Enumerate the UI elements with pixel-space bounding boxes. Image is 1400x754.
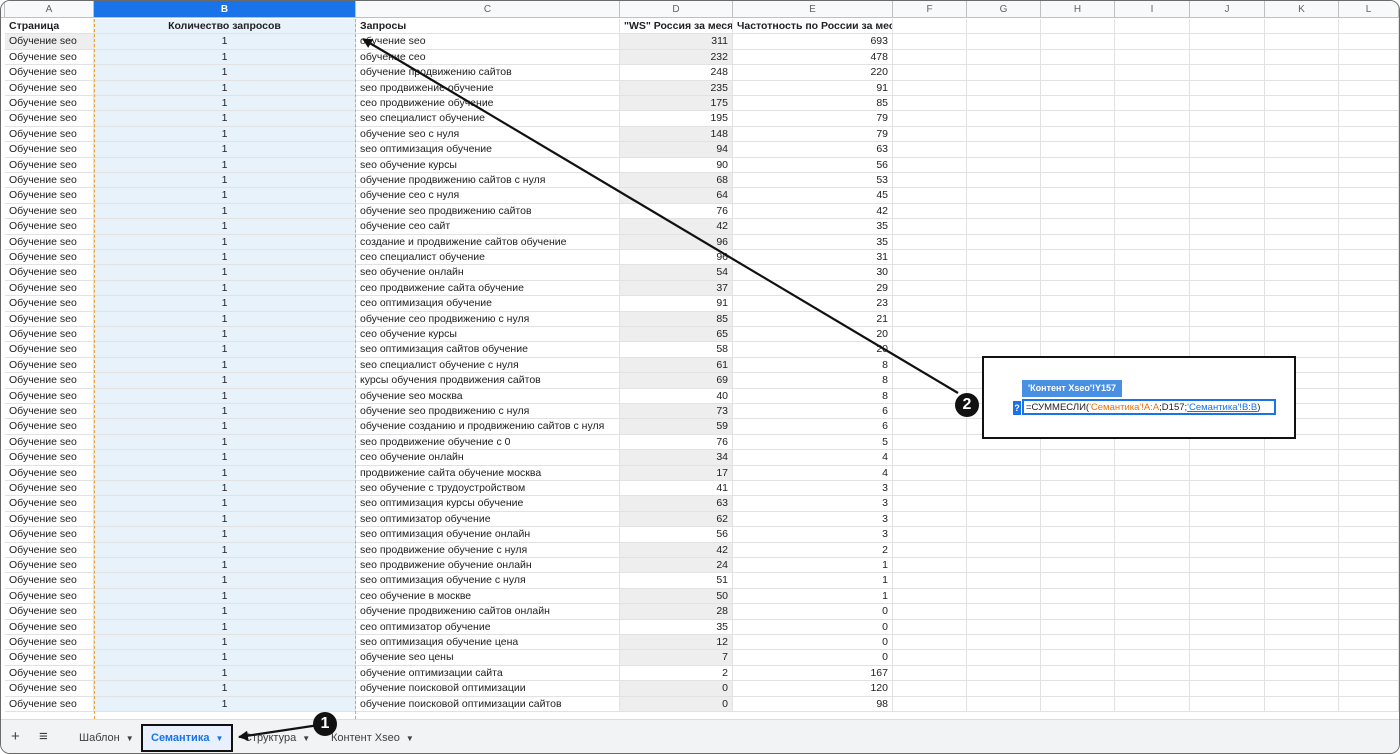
arrow-to-column-b [362,38,959,394]
spreadsheet-window: A B C D E F G H I J K L Страница Количество запросов З… [0,0,1400,754]
badge-two: 2 [955,393,979,417]
annotation-arrows [238,38,959,741]
badge-one: 1 [313,712,337,736]
arrow-to-semantics-tab [238,723,320,741]
